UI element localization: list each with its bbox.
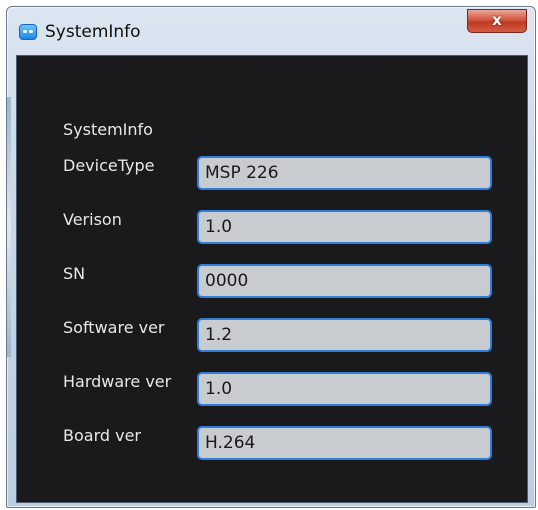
app-icon-eye-left	[23, 30, 27, 33]
title-bar[interactable]: SystemInfo x	[7, 7, 535, 55]
hardware-ver-field[interactable]: 1.0	[197, 372, 492, 406]
hardware-ver-label: Hardware ver	[63, 372, 172, 391]
board-ver-field[interactable]: H.264	[197, 426, 492, 460]
version-label: Verison	[63, 210, 122, 229]
software-ver-label: Software ver	[63, 318, 165, 337]
window-edge-highlight	[7, 97, 11, 357]
close-button[interactable]: x	[467, 9, 527, 33]
app-icon	[19, 24, 37, 40]
board-ver-label: Board ver	[63, 426, 141, 445]
sn-field[interactable]: 0000	[197, 264, 492, 298]
section-heading: SystemInfo	[63, 120, 153, 139]
app-icon-eye-right	[29, 30, 33, 33]
close-icon: x	[492, 11, 502, 29]
version-field[interactable]: 1.0	[197, 210, 492, 244]
systeminfo-window: SystemInfo x SystemInfo DeviceType MSP 2…	[6, 6, 536, 508]
sn-label: SN	[63, 264, 86, 283]
device-type-field[interactable]: MSP 226	[197, 156, 492, 190]
content-panel: SystemInfo DeviceType MSP 226 Verison 1.…	[16, 55, 528, 503]
window-title: SystemInfo	[45, 22, 141, 42]
device-type-label: DeviceType	[63, 156, 155, 175]
software-ver-field[interactable]: 1.2	[197, 318, 492, 352]
